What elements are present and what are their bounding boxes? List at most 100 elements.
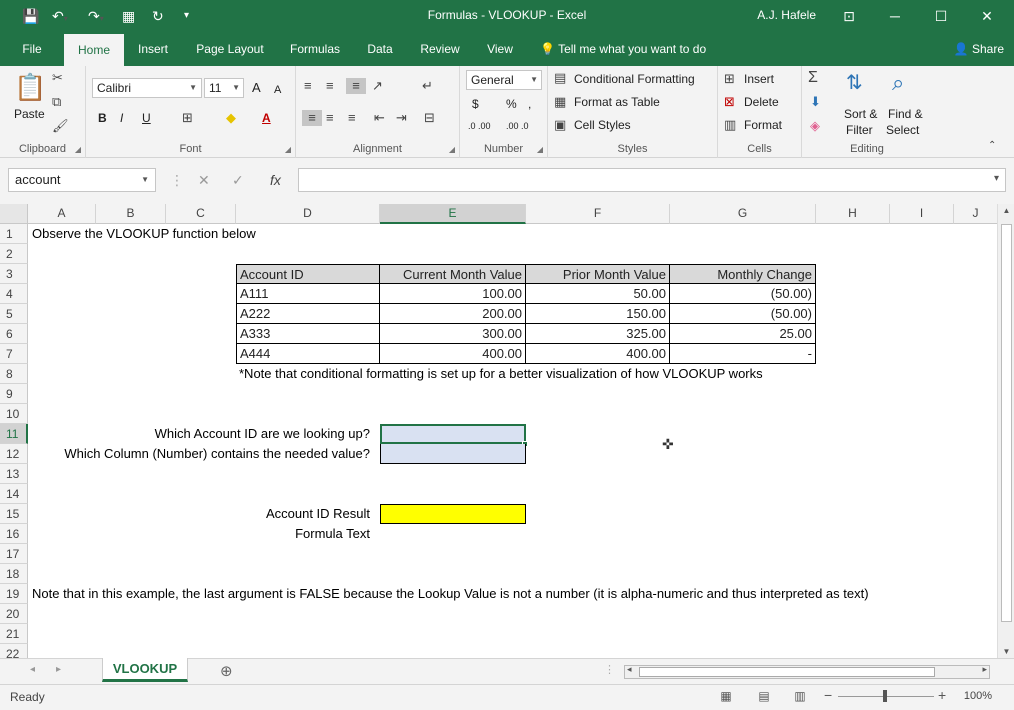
insert-function-icon[interactable]: fx <box>270 170 281 190</box>
table-cell[interactable]: A444 <box>236 344 380 364</box>
normal-view-icon[interactable]: ▦ <box>718 689 734 703</box>
tab-file[interactable]: File <box>10 32 54 66</box>
row-header-1[interactable]: 1 <box>0 224 28 244</box>
cell-styles-button[interactable]: Cell Styles <box>574 117 631 133</box>
zoom-in-icon[interactable]: + <box>938 687 946 703</box>
sheet-tab-vlookup[interactable]: VLOOKUP <box>102 658 188 682</box>
cut-icon[interactable]: ✂ <box>52 70 63 86</box>
row-header-5[interactable]: 5 <box>0 304 28 324</box>
clear-icon[interactable]: ◈ <box>810 118 820 134</box>
row-header-10[interactable]: 10 <box>0 404 28 424</box>
tab-review[interactable]: Review <box>412 32 468 66</box>
font-size-select[interactable]: 11 ▼ <box>204 78 244 98</box>
row-header-7[interactable]: 7 <box>0 344 28 364</box>
table-cell[interactable]: (50.00) <box>670 304 816 324</box>
row-header-20[interactable]: 20 <box>0 604 28 624</box>
table-cell[interactable]: (50.00) <box>670 284 816 304</box>
minimize-icon[interactable]: ─ <box>872 0 918 32</box>
decrease-indent-icon[interactable]: ⇤ <box>374 110 385 126</box>
number-format-select[interactable]: General ▼ <box>466 70 542 90</box>
column-header-d[interactable]: D <box>236 204 380 224</box>
column-header-e[interactable]: E <box>380 204 526 224</box>
chevron-down-icon[interactable]: ▼ <box>141 169 149 191</box>
cell-e11-input[interactable] <box>380 424 526 444</box>
scroll-up-icon[interactable]: ▲ <box>998 206 1014 215</box>
row-header-11[interactable]: 11 <box>0 424 28 444</box>
dialog-launcher-icon[interactable]: ◢ <box>285 145 291 154</box>
percent-button[interactable]: % <box>506 96 517 112</box>
cell-a19[interactable]: Note that in this example, the last argu… <box>32 584 869 604</box>
row-header-6[interactable]: 6 <box>0 324 28 344</box>
dialog-launcher-icon[interactable]: ◢ <box>449 145 455 154</box>
cancel-icon[interactable]: ✕ <box>198 170 210 190</box>
row-header-18[interactable]: 18 <box>0 564 28 584</box>
autosum-icon[interactable]: Σ <box>808 70 818 86</box>
table-cell[interactable]: A111 <box>236 284 380 304</box>
new-sheet-icon[interactable]: ⊕ <box>220 662 233 680</box>
next-sheet-icon[interactable]: ▸ <box>56 664 61 675</box>
row-header-22[interactable]: 22 <box>0 644 28 658</box>
row-header-19[interactable]: 19 <box>0 584 28 604</box>
tab-insert[interactable]: Insert <box>128 32 178 66</box>
insert-cells-button[interactable]: Insert <box>744 71 774 87</box>
row-header-8[interactable]: 8 <box>0 364 28 384</box>
row-header-4[interactable]: 4 <box>0 284 28 304</box>
table-cell[interactable]: 50.00 <box>526 284 670 304</box>
table-header-cell[interactable]: Account ID <box>236 264 380 284</box>
scroll-right-icon[interactable]: ▸ <box>982 664 987 675</box>
table-cell[interactable]: 25.00 <box>670 324 816 344</box>
row-header-14[interactable]: 14 <box>0 484 28 504</box>
italic-button[interactable]: I <box>120 110 123 126</box>
row-header-15[interactable]: 15 <box>0 504 28 524</box>
column-header-g[interactable]: G <box>670 204 816 224</box>
horizontal-scrollbar[interactable]: ◂ ▸ <box>624 664 990 679</box>
tab-data[interactable]: Data <box>358 32 402 66</box>
decrease-decimal-button[interactable]: .00 .0 <box>506 118 529 134</box>
align-bottom-icon[interactable]: ≡ <box>346 78 366 94</box>
format-as-table-button[interactable]: Format as Table <box>574 94 660 110</box>
sort-filter-bottom[interactable]: Filter <box>846 122 873 138</box>
fill-color-icon[interactable]: ◆ <box>226 110 236 126</box>
name-box[interactable]: account ▼ <box>8 168 156 192</box>
page-layout-view-icon[interactable]: ▤ <box>756 689 772 703</box>
cell-d8-note[interactable]: *Note that conditional formatting is set… <box>239 364 763 384</box>
table-cell[interactable]: 300.00 <box>380 324 526 344</box>
row-header-2[interactable]: 2 <box>0 244 28 264</box>
vertical-scrollbar[interactable]: ▲ ▼ <box>997 204 1014 658</box>
column-header-a[interactable]: A <box>28 204 96 224</box>
increase-indent-icon[interactable]: ⇥ <box>396 110 407 126</box>
row-header-13[interactable]: 13 <box>0 464 28 484</box>
tab-view[interactable]: View <box>478 32 522 66</box>
column-header-h[interactable]: H <box>816 204 890 224</box>
select-all-corner[interactable] <box>0 204 28 224</box>
tab-home[interactable]: Home <box>64 34 124 66</box>
fill-icon[interactable]: ⬇ <box>810 94 821 110</box>
comma-button[interactable]: , <box>528 96 531 112</box>
row-header-16[interactable]: 16 <box>0 524 28 544</box>
user-name[interactable]: A.J. Hafele <box>757 8 816 22</box>
cell-a1[interactable]: Observe the VLOOKUP function below <box>32 224 256 244</box>
ribbon-display-options-icon[interactable]: ⊡ <box>826 0 872 32</box>
column-header-i[interactable]: I <box>890 204 954 224</box>
wrap-text-icon[interactable]: ↵ <box>422 78 433 94</box>
table-cell[interactable]: 150.00 <box>526 304 670 324</box>
zoom-slider-thumb[interactable] <box>883 690 887 702</box>
cell-e15-result[interactable] <box>380 504 526 524</box>
align-center-icon[interactable]: ≡ <box>326 110 334 126</box>
delete-cells-button[interactable]: Delete <box>744 94 779 110</box>
align-middle-icon[interactable]: ≡ <box>326 78 334 94</box>
font-color-button[interactable]: A <box>262 110 271 126</box>
bold-button[interactable]: B <box>98 110 107 126</box>
format-cells-button[interactable]: Format <box>744 117 782 133</box>
cell-d15[interactable]: Account ID Result <box>30 504 370 524</box>
align-left-icon[interactable]: ≡ <box>302 110 322 126</box>
grow-font-button[interactable]: A <box>252 80 261 96</box>
zoom-out-icon[interactable]: − <box>824 687 832 703</box>
table-header-cell[interactable]: Current Month Value <box>380 264 526 284</box>
column-header-f[interactable]: F <box>526 204 670 224</box>
copy-icon[interactable]: ⧉ <box>52 94 61 110</box>
cell-e12-input[interactable] <box>380 444 526 464</box>
format-painter-icon[interactable]: 🖌 <box>52 118 69 134</box>
formula-input[interactable]: ▾ <box>298 168 1006 192</box>
table-header-cell[interactable]: Prior Month Value <box>526 264 670 284</box>
